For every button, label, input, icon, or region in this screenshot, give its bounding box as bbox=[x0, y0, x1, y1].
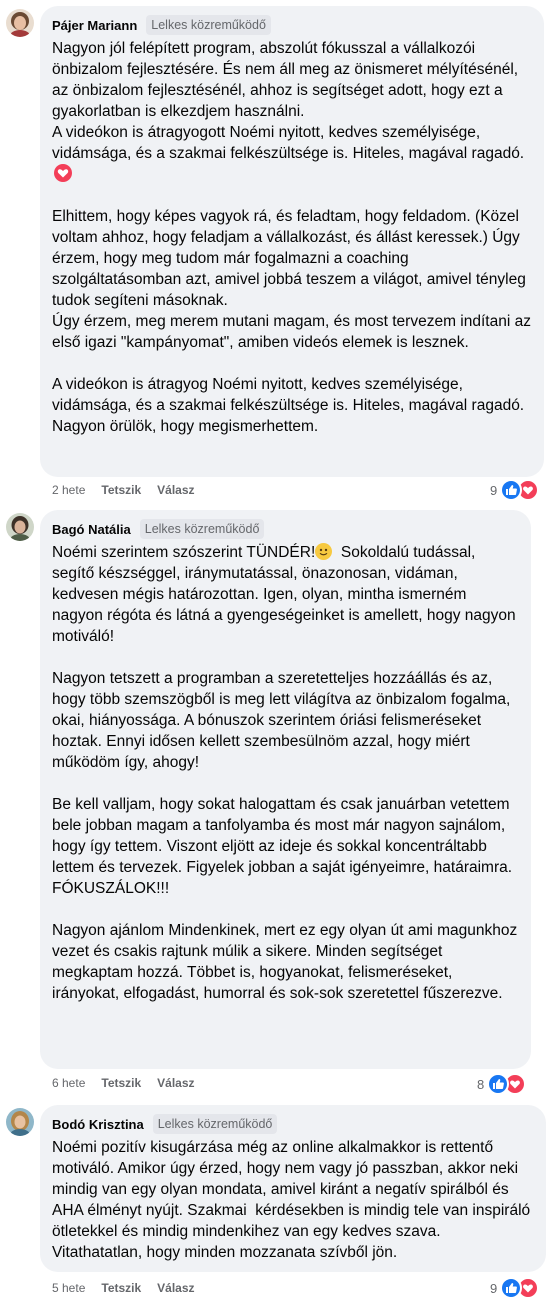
reply-button[interactable]: Válasz bbox=[157, 1281, 194, 1295]
comment-text: Nagyon jól felépített program, abszolút … bbox=[52, 40, 531, 435]
comment-time[interactable]: 6 hete bbox=[52, 1076, 85, 1090]
comment-bubble: Bodó Krisztina Lelkes közreműködő Noémi … bbox=[40, 1105, 546, 1272]
comment-time[interactable]: 2 hete bbox=[52, 483, 85, 497]
author-name[interactable]: Bodó Krisztina bbox=[52, 1117, 144, 1132]
reaction-summary[interactable]: 8 bbox=[477, 1073, 527, 1095]
author-name[interactable]: Pájer Mariann bbox=[52, 18, 137, 33]
comment-text: Noémi szerintem szószerint TÜNDÉR! Sokol… bbox=[52, 543, 518, 1002]
smiley-emoji-icon bbox=[315, 543, 333, 560]
like-reaction-icon bbox=[487, 1073, 510, 1095]
comment-text: Noémi pozitív kisugárzása még az online … bbox=[52, 1139, 535, 1261]
reply-button[interactable]: Válasz bbox=[157, 483, 194, 497]
comment-actions: 2 hete Tetszik Válasz bbox=[52, 482, 195, 498]
reaction-summary[interactable]: 9 bbox=[490, 479, 540, 501]
reaction-count: 8 bbox=[477, 1076, 485, 1092]
comment-actions: 6 hete Tetszik Válasz bbox=[52, 1075, 195, 1091]
reaction-count: 9 bbox=[490, 482, 498, 498]
reaction-summary[interactable]: 9 bbox=[490, 1277, 540, 1299]
contributor-badge: Lelkes közreműködő bbox=[146, 15, 271, 35]
comment-bubble: Pájer Mariann Lelkes közreműködő Nagyon … bbox=[40, 6, 544, 477]
avatar[interactable] bbox=[6, 9, 34, 37]
like-button[interactable]: Tetszik bbox=[101, 1281, 141, 1295]
like-reaction-icon bbox=[500, 1277, 523, 1299]
avatar[interactable] bbox=[6, 1108, 34, 1136]
avatar[interactable] bbox=[6, 513, 34, 541]
comment-time[interactable]: 5 hete bbox=[52, 1281, 85, 1295]
comment-bubble: Bagó Natália Lelkes közreműködő Noémi sz… bbox=[40, 510, 531, 1069]
contributor-badge: Lelkes közreműködő bbox=[152, 1114, 278, 1134]
like-button[interactable]: Tetszik bbox=[101, 1076, 141, 1090]
author-name[interactable]: Bagó Natália bbox=[52, 522, 131, 537]
heart-emoji-icon bbox=[54, 164, 72, 182]
comment-actions: 5 hete Tetszik Válasz bbox=[52, 1280, 195, 1296]
reaction-count: 9 bbox=[490, 1280, 498, 1296]
like-reaction-icon bbox=[500, 479, 523, 501]
contributor-badge: Lelkes közreműködő bbox=[139, 519, 265, 539]
reply-button[interactable]: Válasz bbox=[157, 1076, 194, 1090]
like-button[interactable]: Tetszik bbox=[101, 483, 141, 497]
